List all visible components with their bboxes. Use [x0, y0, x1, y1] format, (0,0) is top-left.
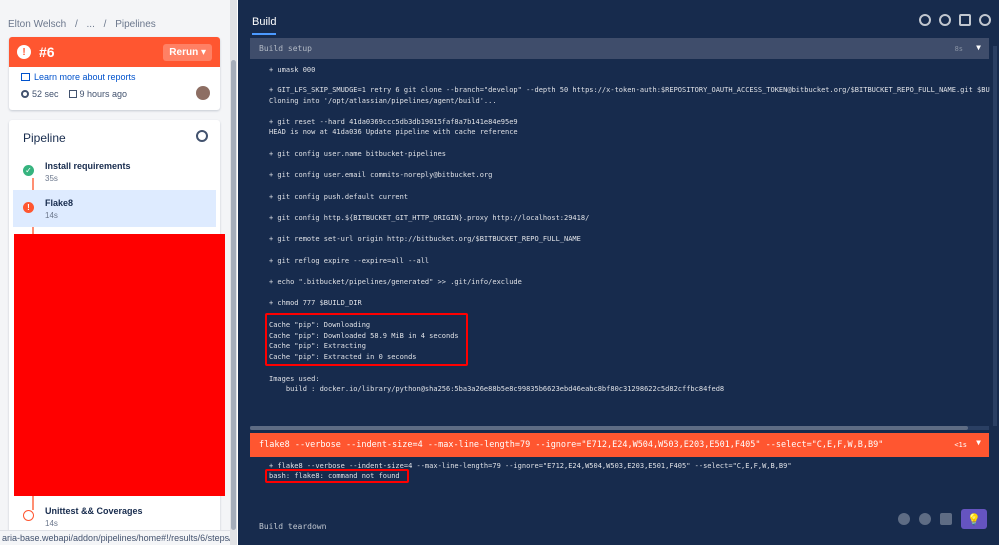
highlight-cache [265, 313, 468, 366]
log-line: HEAD is now at 41da036 Update pipeline w… [269, 128, 518, 136]
log-line: + git reflog expire --expire=all --all [269, 257, 430, 265]
avatar[interactable] [196, 86, 210, 100]
breadcrumb-owner[interactable]: Elton Welsch [8, 19, 66, 30]
step-name: Install requirements [45, 161, 131, 171]
left-panel: Elton Welsch / ... / Pipelines ! #6 Reru… [0, 0, 237, 545]
step-flake8[interactable]: ! Flake8 14s [13, 190, 216, 227]
breadcrumb-separator: / [103, 19, 107, 30]
log-line: Images used: [269, 375, 320, 383]
log-output: Build setup 8s ▼ + umask 000 + GIT_LFS_S… [250, 38, 991, 545]
info-icon[interactable] [979, 14, 991, 26]
chevron-down-icon: ▼ [976, 43, 981, 52]
chevron-down-icon: ▼ [976, 438, 981, 447]
log-line: + git config user.email commits-noreply@… [269, 171, 493, 179]
log-line: build : docker.io/library/python@sha256:… [269, 385, 725, 393]
step-name: Unittest && Coverages [45, 506, 143, 516]
log-toolbar [919, 14, 991, 26]
tab-build[interactable]: Build [252, 16, 277, 35]
run-summary-card: ! #6 Rerun ▾ Learn more about reports 52… [9, 37, 220, 110]
run-meta: 52 sec 9 hours ago [21, 89, 127, 99]
highlight-error [265, 469, 409, 483]
delete-icon[interactable] [959, 14, 971, 26]
log-line: + chmod 777 $BUILD_DIR [269, 299, 362, 307]
run-time-ago: 9 hours ago [79, 89, 128, 99]
breadcrumb-separator: / [74, 19, 78, 30]
lightbulb-icon[interactable]: 💡 [961, 509, 987, 529]
log-line: + git config http.${BITBUCKET_GIT_HTTP_O… [269, 214, 590, 222]
build-log-panel: Build Build setup 8s ▼ + umask 000 + GIT… [238, 0, 999, 545]
section-build-setup[interactable]: Build setup 8s ▼ [250, 38, 989, 59]
section-title: Build setup [259, 44, 312, 53]
log-line: + git config push.default current [269, 193, 409, 201]
gear-icon[interactable] [196, 130, 208, 142]
log-line: + umask 000 [269, 66, 316, 74]
log-line: + GIT_LFS_SKIP_SMUDGE=1 retry 6 git clon… [269, 86, 990, 94]
search-icon[interactable] [919, 14, 931, 26]
chevron-down-icon: ▾ [200, 46, 206, 58]
error-icon: ! [23, 202, 34, 213]
breadcrumb-pipelines[interactable]: Pipelines [115, 19, 156, 30]
section-flake8[interactable]: flake8 --verbose --indent-size=4 --max-l… [250, 433, 989, 457]
log-line: + git config user.name bitbucket-pipelin… [269, 150, 447, 158]
section-build-teardown[interactable]: Build teardown [259, 522, 326, 531]
horizontal-scrollbar[interactable] [250, 426, 989, 430]
section-duration: <1s [954, 441, 967, 449]
left-scrollbar[interactable] [230, 0, 237, 545]
log-line: + git remote set-url origin http://bitbu… [269, 235, 581, 243]
run-number: #6 [39, 44, 55, 60]
section-duration: 8s [954, 44, 963, 53]
vertical-scrollbar[interactable] [993, 46, 997, 426]
clock-icon [21, 90, 29, 98]
status-bar-url: aria-base.webapi/addon/pipelines/home#!/… [0, 530, 230, 545]
log-line: Cloning into '/opt/atlassian/pipelines/a… [269, 97, 497, 105]
log-line: + git reset --hard 41da0369ccc5db3db1901… [269, 118, 518, 126]
scroll-up-icon[interactable] [919, 513, 931, 525]
check-icon: ✓ [23, 165, 34, 176]
download-icon[interactable] [939, 14, 951, 26]
section-title: flake8 --verbose --indent-size=4 --max-l… [259, 440, 884, 450]
log-actions: 💡 [898, 509, 987, 529]
expand-icon[interactable] [940, 513, 952, 525]
scroll-down-icon[interactable] [898, 513, 910, 525]
breadcrumb-ellipsis[interactable]: ... [87, 19, 95, 30]
report-icon [21, 73, 30, 81]
step-duration: 35s [45, 174, 58, 183]
run-status-header: ! #6 Rerun ▾ [9, 37, 220, 67]
step-duration: 14s [45, 211, 58, 220]
calendar-icon [68, 90, 77, 98]
redacted-area [14, 234, 225, 496]
learn-reports-link[interactable]: Learn more about reports [21, 72, 136, 82]
run-duration: 52 sec [32, 89, 59, 99]
learn-reports-label: Learn more about reports [34, 72, 136, 82]
error-icon: ! [17, 45, 31, 59]
pipeline-title: Pipeline [23, 131, 66, 145]
log-line: + echo ".bitbucket/pipelines/generated" … [269, 278, 522, 286]
rerun-button[interactable]: Rerun ▾ [163, 43, 212, 61]
pending-icon [23, 510, 34, 521]
step-install-requirements[interactable]: ✓ Install requirements 35s [13, 153, 216, 190]
step-name: Flake8 [45, 198, 74, 208]
step-duration: 14s [45, 519, 58, 528]
breadcrumb: Elton Welsch / ... / Pipelines [8, 19, 162, 30]
rerun-label: Rerun [169, 46, 199, 58]
scrollbar-thumb[interactable] [250, 426, 968, 430]
scrollbar-thumb[interactable] [231, 60, 236, 530]
